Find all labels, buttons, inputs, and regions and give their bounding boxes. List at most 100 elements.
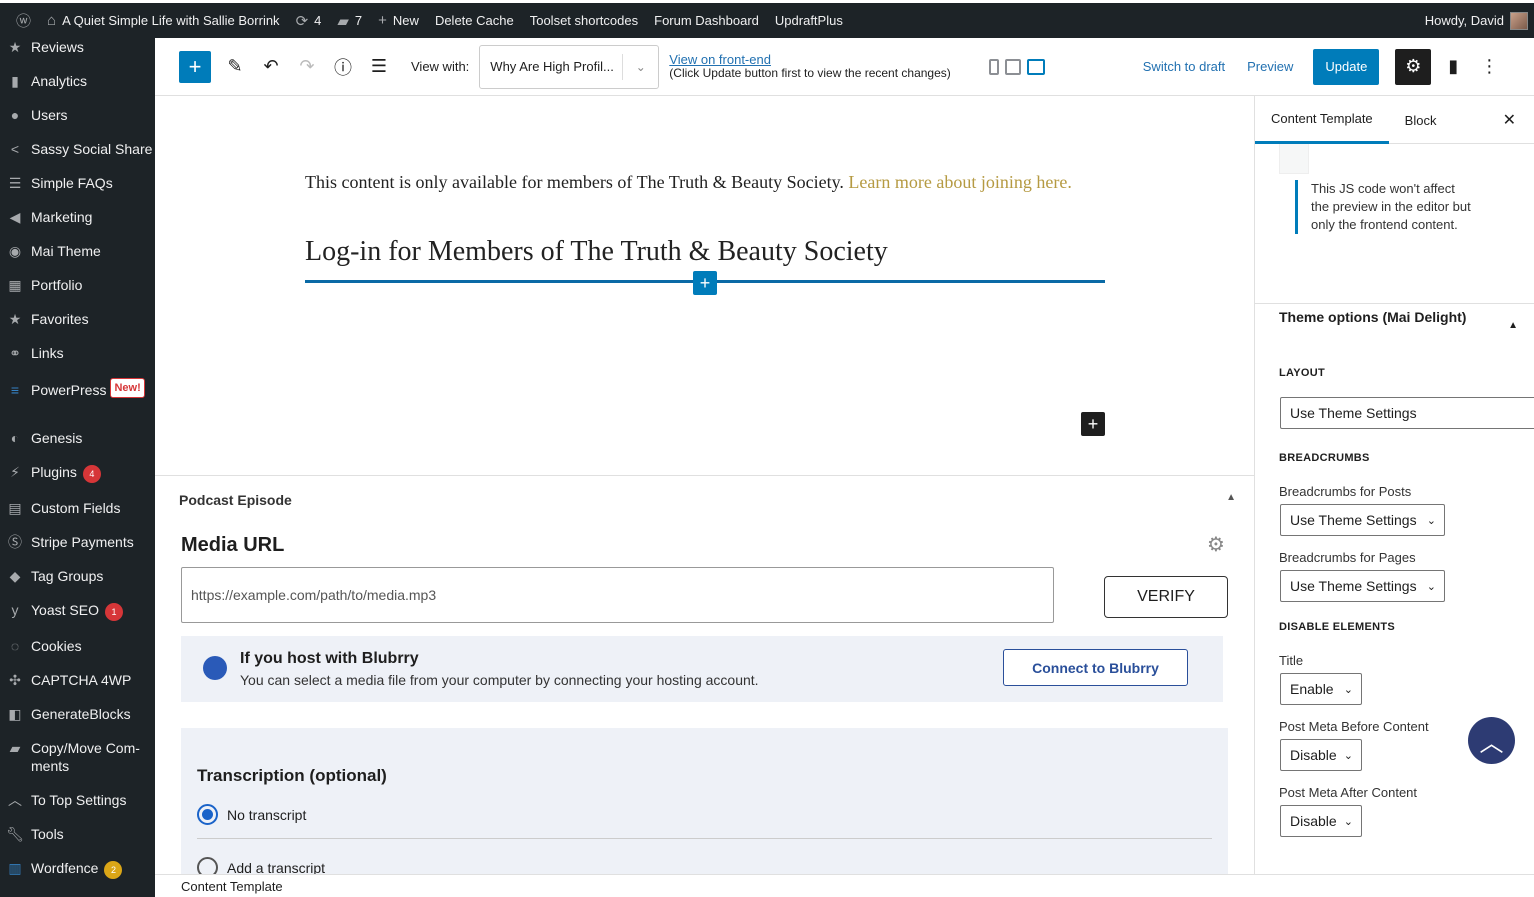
new-content-link[interactable]: + New — [370, 3, 427, 38]
info-icon: ⓘ — [334, 57, 352, 78]
sidebar-item-sassy-social-share[interactable]: < Sassy Social Share — [0, 136, 155, 162]
wrench-icon: 🔧︎ — [6, 826, 24, 842]
settings-button[interactable]: ⚙ — [1395, 48, 1432, 85]
switch-to-draft-button[interactable]: Switch to draft — [1143, 59, 1225, 74]
plus-icon: + — [699, 272, 711, 293]
sidebar-item-mai-theme[interactable]: ◉ Mai Theme — [0, 238, 155, 264]
title-select[interactable]: Enable ⌄ — [1280, 673, 1362, 705]
theme-options-title[interactable]: Theme options (Mai Delight) — [1279, 308, 1479, 327]
no-transcript-radio[interactable]: No transcript — [197, 804, 306, 825]
sidebar-item-copy-move-comments[interactable]: ▰ Copy/Move Com- ments — [0, 735, 155, 779]
comment-icon: ▰ — [337, 12, 349, 30]
breadcrumbs-pages-select[interactable]: Use Theme Settings ⌄ — [1280, 570, 1445, 602]
mobile-preview-icon[interactable] — [988, 58, 999, 75]
more-vertical-icon: ⋮ — [1480, 56, 1499, 76]
add-transcript-radio[interactable]: Add a transcript — [197, 857, 325, 875]
tab-block[interactable]: Block — [1389, 96, 1453, 144]
sidebar-item-marketing[interactable]: ◀ Marketing — [0, 204, 155, 230]
chevron-down-icon: ⌄ — [1343, 815, 1353, 828]
device-preview-group — [988, 58, 1045, 75]
share-icon: < — [10, 141, 20, 157]
tools-button[interactable]: ✎ — [217, 49, 253, 85]
undo-button[interactable]: ↶ — [253, 49, 289, 85]
updraftplus-link[interactable]: UpdraftPlus — [767, 3, 851, 38]
code-editor-edge — [1279, 144, 1309, 174]
plugin-sidebar-button[interactable]: ▮ — [1435, 49, 1471, 85]
add-block-button[interactable]: + — [693, 271, 717, 295]
append-block-button[interactable]: + — [1081, 412, 1105, 436]
close-icon[interactable]: ✕ — [1503, 110, 1516, 130]
post-meta-after-select[interactable]: Disable ⌄ — [1280, 805, 1362, 837]
view-with-select[interactable]: Why Are High Profil... ⌄ — [479, 44, 660, 89]
sidebar-item-favorites[interactable]: ★ Favorites — [0, 306, 155, 332]
preview-button[interactable]: Preview — [1247, 59, 1293, 74]
sidebar-item-wordfence[interactable]: ▥ Wordfence 2 — [0, 855, 155, 883]
collapse-triangle-icon[interactable]: ▲ — [1508, 320, 1518, 331]
breadcrumbs-pages-label: Breadcrumbs for Pages — [1279, 550, 1416, 565]
sidebar-item-to-top-settings[interactable]: ︿ To Top Settings — [0, 787, 155, 813]
verify-button[interactable]: VERIFY — [1104, 576, 1228, 618]
sidebar-item-simple-faqs[interactable]: ☰ Simple FAQs — [0, 170, 155, 196]
sidebar-item-captcha-4wp[interactable]: ✣ CAPTCHA 4WP — [0, 667, 155, 693]
comments-link[interactable]: ▰ 7 — [329, 3, 370, 38]
chevron-up-icon: ︿ — [8, 792, 22, 808]
connect-blubrry-button[interactable]: Connect to Blubrry — [1003, 649, 1188, 686]
account-menu[interactable]: Howdy, David — [1417, 3, 1534, 38]
block-inserter-button[interactable]: + — [179, 50, 211, 83]
media-url-label: Media URL — [181, 534, 285, 556]
sidebar-item-generateblocks[interactable]: ◧ GenerateBlocks — [0, 701, 155, 727]
toolset-shortcodes-link[interactable]: Toolset shortcodes — [522, 3, 646, 38]
layout-heading: LAYOUT — [1279, 367, 1326, 379]
view-frontend-link[interactable]: View on front-end — [669, 52, 771, 67]
sidebar-item-links[interactable]: ⚭ Links — [0, 340, 155, 366]
scroll-to-top-button[interactable]: ︿ — [1468, 717, 1515, 764]
sidebar-item-custom-fields[interactable]: ▤ Custom Fields — [0, 495, 155, 521]
megaphone-icon: ◀ — [9, 209, 21, 225]
tablet-preview-icon[interactable] — [1004, 58, 1021, 75]
collapse-triangle-icon[interactable]: ▲ — [1226, 492, 1236, 503]
stripe-icon: Ⓢ — [8, 534, 22, 550]
sidebar-item-genesis[interactable]: ◐ Genesis — [0, 425, 155, 451]
tab-content-template[interactable]: Content Template — [1255, 96, 1389, 144]
page-heading[interactable]: Log-in for Members of The Truth & Beauty… — [305, 236, 888, 268]
plugins-count-badge: 4 — [82, 465, 101, 483]
gear-icon[interactable]: ⚙ — [1207, 532, 1225, 557]
sidebar-item-analytics[interactable]: ▮ Analytics — [0, 68, 155, 94]
metabox-title: Podcast Episode — [179, 492, 292, 508]
podcast-episode-metabox: Podcast Episode ▲ Media URL ⚙ https://ex… — [155, 475, 1254, 875]
wordpress-logo[interactable]: ⓦ — [8, 3, 39, 38]
sidebar-item-reviews[interactable]: ★ Reviews — [0, 38, 155, 60]
chevron-down-icon: ⌄ — [622, 53, 658, 80]
redo-button[interactable]: ↷ — [289, 49, 325, 85]
breadcrumbs-posts-select[interactable]: Use Theme Settings ⌄ — [1280, 504, 1445, 536]
site-name-link[interactable]: ⌂ A Quiet Simple Life with Sallie Borrink — [39, 3, 288, 38]
sidebar-item-portfolio[interactable]: ▦ Portfolio — [0, 272, 155, 298]
layout-select[interactable]: Use Theme Settings — [1280, 397, 1534, 429]
options-menu-button[interactable]: ⋮ — [1471, 49, 1507, 85]
delete-cache-link[interactable]: Delete Cache — [427, 3, 522, 38]
sidebar-tabs: Content Template Block ✕ — [1255, 96, 1534, 144]
block-breadcrumb[interactable]: Content Template — [155, 874, 1534, 897]
sidebar-item-tools[interactable]: 🔧︎ Tools — [0, 821, 155, 847]
sidebar-item-users[interactable]: ● Users — [0, 102, 155, 128]
sidebar-item-powerpress[interactable]: ≡ PowerPress New! — [0, 377, 155, 406]
list-view-button[interactable]: ☰ — [361, 49, 397, 85]
post-meta-after-label: Post Meta After Content — [1279, 785, 1418, 800]
sidebar-item-tag-groups[interactable]: ◆ Tag Groups — [0, 563, 155, 589]
sidebar-item-cookies[interactable]: ◌ Cookies — [0, 633, 155, 659]
clipboard-icon: ▮ — [1448, 56, 1459, 76]
view-with-label: View with: — [411, 59, 470, 74]
desktop-preview-icon[interactable] — [1026, 58, 1045, 75]
blubrry-description: You can select a media file from your co… — [240, 672, 759, 688]
forum-dashboard-link[interactable]: Forum Dashboard — [646, 3, 767, 38]
chevron-down-icon: ⌄ — [1426, 580, 1436, 593]
learn-more-link[interactable]: Learn more about joining here. — [848, 172, 1071, 192]
media-url-input[interactable]: https://example.com/path/to/media.mp3 — [181, 567, 1054, 623]
sidebar-item-yoast-seo[interactable]: y Yoast SEO 1 — [0, 597, 155, 625]
post-meta-before-select[interactable]: Disable ⌄ — [1280, 739, 1362, 771]
details-button[interactable]: ⓘ — [325, 49, 361, 85]
sidebar-item-plugins[interactable]: ⚡ Plugins 4 — [0, 459, 155, 487]
sidebar-item-stripe-payments[interactable]: Ⓢ Stripe Payments — [0, 529, 155, 555]
updates-link[interactable]: ⟳ 4 — [288, 3, 330, 38]
update-button[interactable]: Update — [1313, 48, 1380, 85]
